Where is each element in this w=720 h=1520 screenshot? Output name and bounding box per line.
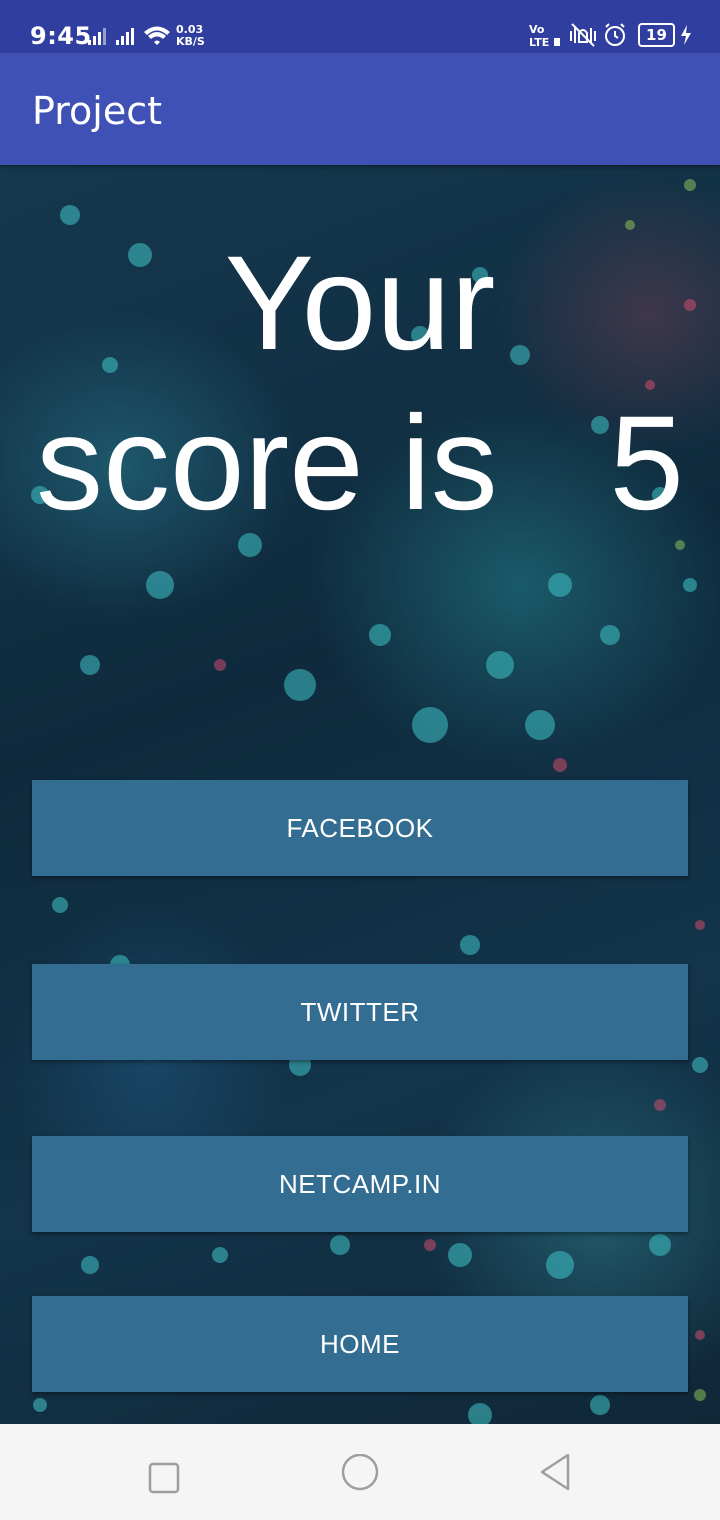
status-right-icons: Vo LTE 19 xyxy=(529,22,692,50)
alarm-icon xyxy=(604,23,625,46)
content-area: Your score is 5 FACEBOOK TWITTER NETCAMP… xyxy=(0,165,720,1424)
navigation-bar xyxy=(0,1424,720,1520)
network-speed: 0.03 KB/S xyxy=(176,23,205,48)
score-value: score is 5 xyxy=(36,389,684,538)
charging-icon xyxy=(681,25,691,45)
app-title: Project xyxy=(32,89,163,133)
square-icon[interactable] xyxy=(140,1454,180,1494)
svg-text:LTE: LTE xyxy=(529,36,549,48)
facebook-button[interactable]: FACEBOOK xyxy=(32,780,688,876)
home-button[interactable]: HOME xyxy=(32,1296,688,1392)
circle-icon[interactable] xyxy=(340,1454,380,1494)
netcamp-button[interactable]: NETCAMP.IN xyxy=(32,1136,688,1232)
status-bar: 9:45 0.03 KB/S Vo LTE 19 xyxy=(0,0,720,53)
volte-icon: Vo LTE xyxy=(529,23,560,49)
signal-icons xyxy=(88,26,170,45)
twitter-button[interactable]: TWITTER xyxy=(32,964,688,1060)
score-title: Your xyxy=(224,229,496,378)
vibrate-icon xyxy=(569,23,596,47)
triangle-back-icon[interactable] xyxy=(538,1454,578,1494)
status-time: 9:45 xyxy=(30,22,92,50)
app-bar: Project xyxy=(0,53,720,165)
battery-icon: 19 xyxy=(638,23,675,47)
svg-text:Vo: Vo xyxy=(529,23,545,36)
